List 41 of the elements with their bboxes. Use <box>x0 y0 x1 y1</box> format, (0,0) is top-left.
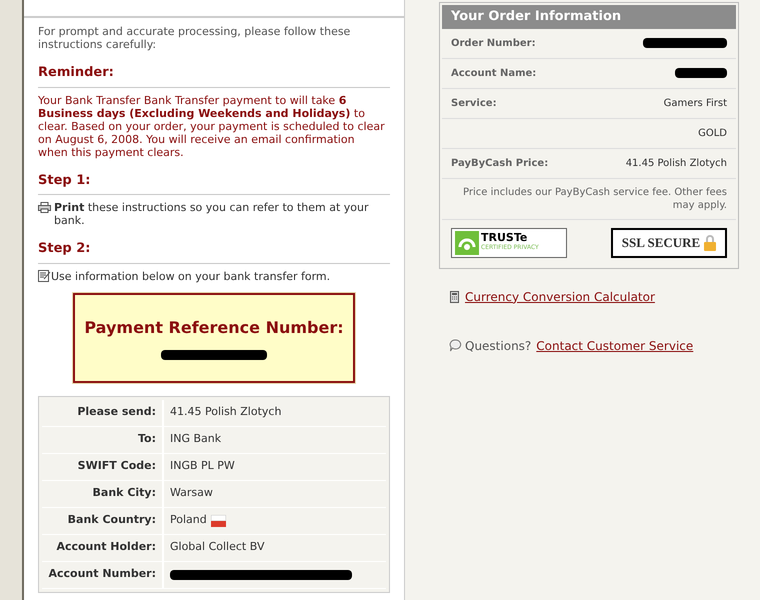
table-cell-text: Bank Country: <box>66 512 157 528</box>
panel-title: Your Order Information <box>442 5 736 28</box>
section-heading: Reminder: <box>38 65 114 80</box>
questions-text: Questions? <box>465 338 532 354</box>
table-cell-text: Warsaw <box>170 485 213 502</box>
table-cell-text: Account Number: <box>47 566 157 582</box>
fee-note: Price includes our PayByCash service fee. Other fees may apply. <box>442 178 736 220</box>
order-label: PayByCash Price: <box>451 156 548 170</box>
truste-logo-icon <box>455 230 479 254</box>
section-heading: Step 1: <box>38 172 90 188</box>
padlock-icon <box>704 234 716 250</box>
calculator-link[interactable]: Currency Conversion Calculator <box>465 288 655 306</box>
order-label: Account Name: <box>451 66 536 80</box>
table-cell-text: Global Collect BV <box>170 539 264 556</box>
order-label: Order Number: <box>451 36 536 50</box>
table-cell-text: SWIFT Code: <box>76 458 157 474</box>
section-heading: Step 2: <box>38 241 90 256</box>
form-icon <box>38 270 51 282</box>
intro-text: For prompt and accurate processing, please follow these instructions carefully: <box>38 25 352 51</box>
step-text: Use information below on your bank transfer form. <box>51 270 330 282</box>
contact-link[interactable]: Contact Customer Service <box>536 336 694 354</box>
table-cell-text: INGB PL PW <box>170 458 235 474</box>
table-cell-text: Please send: <box>76 404 157 420</box>
step-text: Print these instructions so you can refer to them at your bank. <box>54 201 370 227</box>
table-cell-text: To: <box>137 431 157 448</box>
table-cell-text: ING Bank <box>170 431 222 448</box>
table-cell-text: Account Holder: <box>55 539 157 556</box>
order-value: Gamers First <box>664 96 727 110</box>
printer-icon <box>38 202 51 213</box>
help-bubble-icon <box>449 339 462 352</box>
ssl-text: SSL SECURE <box>622 234 700 252</box>
table-cell-text: Poland <box>170 512 207 528</box>
table-cell-text: 41.45 Polish Zlotych <box>170 404 282 420</box>
reminder-text: Your Bank Transfer Bank Transfer payment to will take 6 Business days (Excluding Weekends and Holidays) to clear. Based on your order, your payment is scheduled to clear on August 6, 2008. You will receive an email confirmation when this payment clears. <box>38 94 386 158</box>
reference-title: Payment Reference Number: <box>84 316 344 338</box>
calculator-icon <box>450 290 459 302</box>
order-value: GOLD <box>698 126 727 140</box>
truste-name: TRUSTe <box>481 232 528 242</box>
order-label: Service: <box>451 96 497 110</box>
table-cell-text: Bank City: <box>92 485 157 502</box>
order-value: 41.45 Polish Zlotych <box>626 156 727 170</box>
